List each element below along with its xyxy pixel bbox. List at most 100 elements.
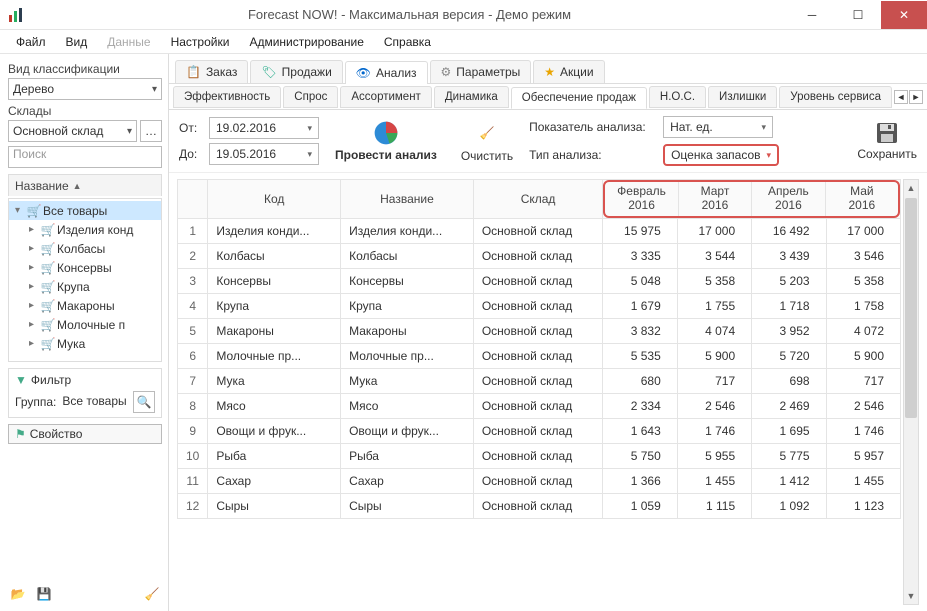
tree-item[interactable]: ▸🛒Крупа [9,277,161,296]
table-row[interactable]: 10РыбаРыбаОсновной склад5 7505 9555 7755… [177,443,900,468]
tree-header[interactable]: Название▲ [8,174,162,196]
save-icon[interactable]: 💾 [34,585,54,603]
cell-code: Овощи и фрук... [208,418,341,443]
property-button[interactable]: ⚑ Свойство [8,424,162,444]
table-row[interactable]: 11СахарСахарОсновной склад1 3661 4551 41… [177,468,900,493]
subtab[interactable]: Обеспечение продаж [511,87,647,109]
cell-value: 4 072 [826,318,900,343]
classification-combo[interactable]: Дерево▾ [8,78,162,100]
month-header[interactable]: Май2016 [825,182,898,216]
analysis-type-dropdown[interactable]: Оценка запасов▾ [663,144,779,166]
menu-view[interactable]: Вид [58,33,96,51]
cart-icon: 🛒 [39,242,57,256]
search-input[interactable]: Поиск [8,146,162,168]
menu-help[interactable]: Справка [376,33,439,51]
run-analysis-button[interactable]: Провести анализ [327,119,445,162]
menu-admin[interactable]: Администрирование [241,33,371,51]
warehouses-label: Склады [8,104,162,118]
month-header[interactable]: Март2016 [678,182,751,216]
tree-item[interactable]: ▸🛒Мука [9,334,161,353]
product-tree[interactable]: ▾ 🛒 Все товары ▸🛒Изделия конд▸🛒Колбасы▸🛒… [8,198,162,362]
tab-parameters[interactable]: ⚙Параметры [430,60,532,83]
sub-tabs: ЭффективностьСпросАссортиментДинамикаОбе… [169,84,927,110]
indicator-dropdown[interactable]: Нат. ед.▾ [663,116,773,138]
group-search-button[interactable]: 🔍 [133,391,155,413]
month-header[interactable]: Апрель2016 [751,182,824,216]
close-button[interactable]: ✕ [881,1,927,29]
to-date-picker[interactable]: 19.05.2016▾ [209,143,319,165]
tree-item[interactable]: ▸🛒Макароны [9,296,161,315]
table-row[interactable]: 4КрупаКрупаОсновной склад1 6791 7551 718… [177,293,900,318]
warehouse-more-button[interactable]: … [140,120,162,142]
tree-item[interactable]: ▸🛒Консервы [9,258,161,277]
funnel-icon: ▼ [15,373,27,387]
tree-item[interactable]: ▸🛒Молочные п [9,315,161,334]
cart-icon: 🛒 [39,318,57,332]
month-header[interactable]: Февраль2016 [605,182,677,216]
cell-value: 5 535 [603,343,677,368]
tag-icon: 🏷 [261,65,276,79]
tab-sales[interactable]: 🏷Продажи [250,60,342,83]
data-grid[interactable]: Код Название Склад Февраль2016Март2016Ап… [177,179,901,519]
col-code[interactable]: Код [208,180,341,219]
table-row[interactable]: 1Изделия конди...Изделия конди...Основно… [177,218,900,243]
cell-name: Колбасы [341,243,474,268]
subtab[interactable]: Уровень сервиса [779,86,892,108]
cell-value: 1 758 [826,293,900,318]
col-name[interactable]: Название [341,180,474,219]
cell-value: 1 115 [677,493,751,518]
subtab[interactable]: Излишки [708,86,777,108]
menu-file[interactable]: Файл [8,33,54,51]
folder-open-icon[interactable]: 📂 [8,585,28,603]
table-row[interactable]: 5МакароныМакароныОсновной склад3 8324 07… [177,318,900,343]
minimize-button[interactable]: ─ [789,1,835,29]
subtab[interactable]: Ассортимент [340,86,431,108]
clear-button[interactable]: 🧹 Очистить [453,119,521,163]
cell-value: 5 775 [752,443,826,468]
table-row[interactable]: 12СырыСырыОсновной склад1 0591 1151 0921… [177,493,900,518]
tab-order[interactable]: 📋Заказ [175,60,248,83]
funnel-clear-icon[interactable]: 🧹 [142,585,162,603]
table-row[interactable]: 7МукаМукаОсновной склад680717698717 [177,368,900,393]
table-row[interactable]: 2КолбасыКолбасыОсновной склад3 3353 5443… [177,243,900,268]
table-row[interactable]: 8МясоМясоОсновной склад2 3342 5462 4692 … [177,393,900,418]
filter-panel: ▼ Фильтр Группа: Все товары 🔍 [8,368,162,418]
group-value: Все товары [62,395,127,408]
tree-item[interactable]: ▸🛒Колбасы [9,239,161,258]
cell-rownum: 6 [177,343,207,368]
warehouse-combo[interactable]: Основной склад▾ [8,120,137,142]
subtab-scroll-right[interactable]: ► [909,90,923,104]
subtab[interactable]: Спрос [283,86,338,108]
from-date-picker[interactable]: 19.02.2016▾ [209,117,319,139]
table-row[interactable]: 6Молочные пр...Молочные пр...Основной ск… [177,343,900,368]
table-row[interactable]: 9Овощи и фрук...Овощи и фрук...Основной … [177,418,900,443]
tab-analysis[interactable]: 👁Анализ [345,61,428,84]
cell-code: Крупа [208,293,341,318]
col-warehouse[interactable]: Склад [473,180,603,219]
scroll-down-icon[interactable]: ▼ [904,588,918,604]
tree-item[interactable]: ▸🛒Изделия конд [9,220,161,239]
scroll-up-icon[interactable]: ▲ [904,180,918,196]
cell-code: Рыба [208,443,341,468]
cell-value: 3 439 [752,243,826,268]
cell-warehouse: Основной склад [473,343,603,368]
subtab[interactable]: Эффективность [173,86,281,108]
table-row[interactable]: 3КонсервыКонсервыОсновной склад5 0485 35… [177,268,900,293]
menubar: Файл Вид Данные Настройки Администрирова… [0,30,927,54]
menu-data[interactable]: Данные [99,33,158,51]
maximize-button[interactable]: ☐ [835,1,881,29]
cell-value: 1 059 [603,493,677,518]
menu-settings[interactable]: Настройки [163,33,238,51]
scroll-thumb[interactable] [905,198,917,418]
cell-name: Макароны [341,318,474,343]
subtab[interactable]: H.O.C. [649,86,706,108]
save-button[interactable]: Сохранить [857,121,917,161]
subtab-scroll-left[interactable]: ◄ [894,90,908,104]
tab-promo[interactable]: ★Акции [533,60,604,83]
grid-vertical-scrollbar[interactable]: ▲ ▼ [903,179,919,605]
cell-name: Сыры [341,493,474,518]
cart-icon: 🛒 [39,280,57,294]
tree-root[interactable]: ▾ 🛒 Все товары [9,201,161,220]
titlebar: Forecast NOW! - Максимальная версия - Де… [0,0,927,30]
subtab[interactable]: Динамика [434,86,509,108]
